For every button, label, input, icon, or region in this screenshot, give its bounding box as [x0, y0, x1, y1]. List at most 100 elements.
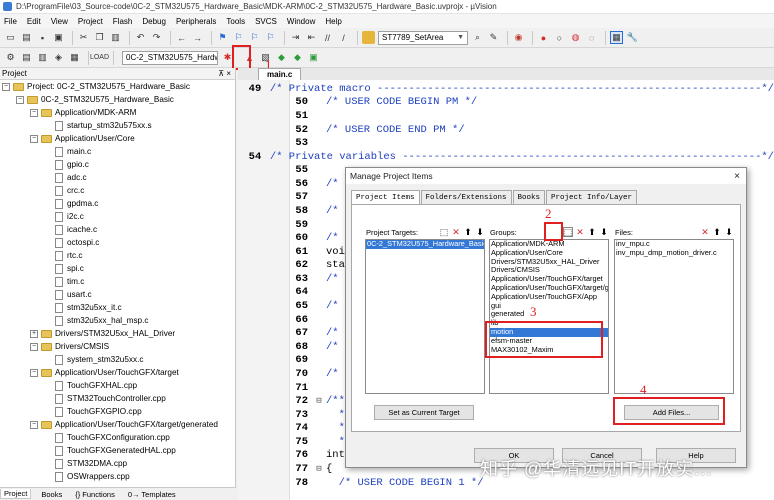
breakpoint-icon[interactable]: ●: [537, 31, 550, 44]
disable-all-breakpoints-icon[interactable]: ◌: [585, 31, 598, 44]
panel-tab-0[interactable]: Project: [0, 489, 32, 499]
disable-breakpoint-icon[interactable]: ○: [553, 31, 566, 44]
move-down-icon[interactable]: ⬇: [724, 227, 734, 237]
target-combo[interactable]: 0C-2_STM32U575_Hardw ▼: [122, 50, 218, 65]
menu-item-svcs[interactable]: SVCS: [255, 17, 277, 26]
fold-marker[interactable]: ⊟: [312, 464, 326, 474]
menu-item-flash[interactable]: Flash: [113, 17, 133, 26]
tree-folder-item[interactable]: − Application/User/Core: [0, 132, 236, 145]
tree-file-item[interactable]: spi.c: [0, 262, 236, 275]
tree-file-item[interactable]: TouchGFXGeneratedHAL.cpp: [0, 444, 236, 457]
manage-rte-icon[interactable]: ◆: [275, 51, 288, 64]
menu-item-view[interactable]: View: [51, 17, 68, 26]
tree-folder-item[interactable]: − 0C-2_STM32U575_Hardware_Basic: [0, 93, 236, 106]
move-down-icon[interactable]: ⬇: [599, 227, 609, 237]
batch-build-icon[interactable]: ◈: [52, 51, 65, 64]
tree-file-item[interactable]: STM32DMA.cpp: [0, 457, 236, 470]
panel-tab-2[interactable]: {} Functions: [72, 490, 118, 499]
tree-folder-item[interactable]: − Application/MDK-ARM: [0, 106, 236, 119]
list-item[interactable]: generated: [490, 310, 608, 319]
tree-folder-item[interactable]: − Drivers/CMSIS: [0, 340, 236, 353]
tree-file-item[interactable]: TouchGFXHAL.cpp: [0, 379, 236, 392]
files-list[interactable]: inv_mpu.c inv_mpu_dmp_motion_driver.c: [614, 239, 734, 394]
incremental-find-icon[interactable]: ✎: [487, 31, 500, 44]
bookmark-next-icon[interactable]: ⚐: [248, 31, 261, 44]
pack-installer-icon[interactable]: ◆: [291, 51, 304, 64]
delete-file-icon[interactable]: ✕: [700, 227, 710, 237]
rebuild-icon[interactable]: ▥: [36, 51, 49, 64]
build-icon[interactable]: ▤: [20, 51, 33, 64]
redo-icon[interactable]: ↷: [150, 31, 163, 44]
tree-folder-item[interactable]: − Application/User/TouchGFX/target: [0, 366, 236, 379]
menu-item-edit[interactable]: Edit: [27, 17, 41, 26]
tree-file-item[interactable]: gpio.c: [0, 158, 236, 171]
move-down-icon[interactable]: ⬇: [475, 227, 485, 237]
menu-item-help[interactable]: Help: [325, 17, 341, 26]
stop-build-icon[interactable]: ▦: [68, 51, 81, 64]
fold-marker[interactable]: ⊟: [312, 396, 326, 406]
menu-item-debug[interactable]: Debug: [142, 17, 166, 26]
dialog-tab-0[interactable]: Project Items: [351, 190, 420, 205]
delete-group-icon[interactable]: ✕: [575, 227, 585, 237]
list-item[interactable]: Application/User/TouchGFX/App: [490, 292, 608, 302]
menu-item-window[interactable]: Window: [287, 17, 315, 26]
save-icon[interactable]: ▪: [36, 31, 49, 44]
panel-tab-1[interactable]: Books: [38, 490, 65, 499]
move-up-icon[interactable]: ⬆: [463, 227, 473, 237]
new-group-icon[interactable]: ⬚: [563, 227, 573, 237]
nav-back-icon[interactable]: ←: [175, 31, 188, 44]
tree-file-item[interactable]: rtc.c: [0, 249, 236, 262]
new-file-icon[interactable]: ▭: [4, 31, 17, 44]
bookmark-prev-icon[interactable]: ⚐: [232, 31, 245, 44]
tree-file-item[interactable]: usart.c: [0, 288, 236, 301]
translate-icon[interactable]: ⚙: [4, 51, 17, 64]
tree-file-item[interactable]: stm32u5xx_it.c: [0, 301, 236, 314]
window-layout-icon[interactable]: ▦: [610, 31, 623, 44]
unindent-icon[interactable]: ⇤: [305, 31, 318, 44]
bookmark-icon[interactable]: ⚑: [216, 31, 229, 44]
tree-folder-item[interactable]: + Drivers/STM32U5xx_HAL_Driver: [0, 327, 236, 340]
tree-file-item[interactable]: i2c.c: [0, 210, 236, 223]
groups-list[interactable]: Application/MDK-ARM Application/User/Core…: [489, 239, 609, 394]
function-combo[interactable]: ST7789_SetArea ▼: [378, 30, 468, 45]
open-file-icon[interactable]: ▤: [20, 31, 33, 44]
tree-file-item[interactable]: TouchGFXConfiguration.cpp: [0, 431, 236, 444]
configure-icon[interactable]: 🔧: [626, 31, 639, 44]
collapse-icon[interactable]: −: [30, 108, 38, 117]
tree-file-item[interactable]: gpdma.c: [0, 197, 236, 210]
tree-folder-item[interactable]: − Project: 0C-2_STM32U575_Hardware_Basic: [0, 80, 236, 93]
panel-tab-3[interactable]: 0→ Templates: [125, 490, 179, 499]
tab-main-c[interactable]: main.c: [258, 68, 302, 80]
find-icon[interactable]: ⌕: [471, 31, 484, 44]
save-all-icon[interactable]: ▣: [52, 31, 65, 44]
paste-icon[interactable]: ▥: [109, 31, 122, 44]
tree-file-item[interactable]: adc.c: [0, 171, 236, 184]
tree-file-item[interactable]: stm32u5xx_hal_msp.c: [0, 314, 236, 327]
event-recorder-icon[interactable]: ▣: [307, 51, 320, 64]
tree-file-item[interactable]: main.c: [0, 145, 236, 158]
delete-target-icon[interactable]: ✕: [451, 227, 461, 237]
menu-item-file[interactable]: File: [4, 17, 17, 26]
tree-file-item[interactable]: icache.c: [0, 223, 236, 236]
tree-file-item[interactable]: OSWrappers.cpp: [0, 470, 236, 483]
new-target-icon[interactable]: ⬚: [439, 227, 449, 237]
tree-file-item[interactable]: TouchGFXGPIO.cpp: [0, 405, 236, 418]
copy-icon[interactable]: ❐: [93, 31, 106, 44]
set-as-current-target-button[interactable]: Set as Current Target: [374, 405, 474, 420]
tree-file-item[interactable]: STM32TouchController.cpp: [0, 392, 236, 405]
tree-file-item[interactable]: system_stm32u5xx.c: [0, 353, 236, 366]
collapse-icon[interactable]: −: [2, 82, 10, 91]
undo-icon[interactable]: ↶: [134, 31, 147, 44]
cut-icon[interactable]: ✂: [77, 31, 90, 44]
indent-icon[interactable]: ⇥: [289, 31, 302, 44]
panel-pin-close-icon[interactable]: ⊼ ×: [218, 69, 231, 78]
comment-icon[interactable]: //: [321, 31, 334, 44]
list-item[interactable]: 0C-2_STM32U575_Hardware_Basic: [366, 240, 484, 249]
expand-icon[interactable]: +: [30, 329, 38, 338]
collapse-icon[interactable]: −: [16, 95, 24, 104]
kill-breakpoints-icon[interactable]: ◍: [569, 31, 582, 44]
menu-item-tools[interactable]: Tools: [226, 17, 245, 26]
move-up-icon[interactable]: ⬆: [712, 227, 722, 237]
uncomment-icon[interactable]: /: [337, 31, 350, 44]
find-in-files-icon[interactable]: [362, 31, 375, 44]
